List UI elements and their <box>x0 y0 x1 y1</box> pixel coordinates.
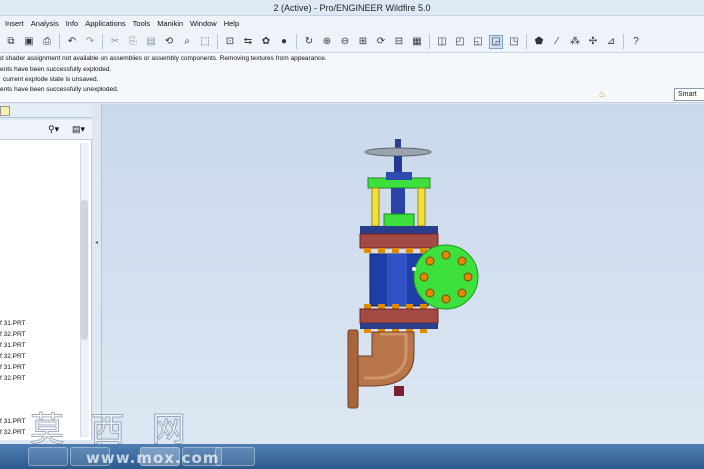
datum-axis-icon[interactable]: ∕ <box>550 35 564 49</box>
taskbar-app-button[interactable] <box>215 447 255 466</box>
menu-manikin[interactable]: Manikin <box>157 19 183 28</box>
saved-view-icon[interactable]: ⊟ <box>392 35 406 49</box>
settings-icon[interactable]: ⚲▾ <box>48 124 59 135</box>
no-hidden-icon[interactable]: ◱ <box>471 35 485 49</box>
zoom-window-icon[interactable]: ⊞ <box>356 35 370 49</box>
tree-item[interactable]: f 32.PRT <box>0 375 26 382</box>
spin-icon[interactable]: ↻ <box>302 35 316 49</box>
graphics-viewport[interactable] <box>102 104 704 444</box>
watermark-logo: 莫 西 网 <box>30 410 194 451</box>
undo-icon[interactable]: ↶ <box>65 35 79 49</box>
cut-icon[interactable]: ✂ <box>108 35 122 49</box>
tree-item[interactable]: f 32.PRT <box>0 353 26 360</box>
toolbar-separator <box>296 34 297 49</box>
menu-window[interactable]: Window <box>190 19 217 28</box>
navigator-tabs <box>0 104 100 118</box>
refit-icon[interactable]: ⊡ <box>223 35 237 49</box>
copy-icon[interactable]: ⧉ <box>4 35 18 49</box>
show-icon[interactable]: ▤▾ <box>72 124 85 135</box>
message-line: d shader assignment not available on ass… <box>0 55 327 62</box>
message-line: ents have been successfully unexploded. <box>0 86 119 93</box>
print-icon[interactable]: ⎙ <box>40 35 54 49</box>
model-tree: f 31.PRT f 32.PRT f 31.PRT f 32.PRT f 31… <box>0 140 92 440</box>
shading-icon[interactable]: ◲ <box>489 34 503 49</box>
copy-clipboard-icon[interactable]: ⎘ <box>126 35 140 49</box>
message-line: current explode state is unsaved. <box>3 76 99 83</box>
tree-item[interactable]: f 31.PRT <box>0 320 26 327</box>
menu-info[interactable]: Info <box>66 19 79 28</box>
layers-icon[interactable]: ▦ <box>410 35 424 49</box>
context-help-icon[interactable]: ? <box>629 35 643 49</box>
menu-bar: Insert Analysis Info Applications Tools … <box>0 16 704 31</box>
appearance-icon[interactable]: ✿ <box>259 35 273 49</box>
annotation-icon[interactable]: ⊿ <box>604 35 618 49</box>
tree-item[interactable]: f 32.PRT <box>0 331 26 338</box>
zoom-in-icon[interactable]: ⊕ <box>320 35 334 49</box>
reorient-icon[interactable]: ⟳ <box>374 35 388 49</box>
tree-item[interactable]: f 31.PRT <box>0 342 26 349</box>
window-title: 2 (Active) - Pro/ENGINEER Wildfire 5.0 <box>0 0 704 16</box>
menu-applications[interactable]: Applications <box>85 19 125 28</box>
coordinate-system-icon[interactable]: ✣ <box>586 35 600 49</box>
toolbar-separator <box>102 34 103 49</box>
toolbar-separator <box>59 34 60 49</box>
save-icon[interactable]: ▣ <box>22 35 36 49</box>
datum-point-icon[interactable]: ⁂ <box>568 35 582 49</box>
menu-insert[interactable]: Insert <box>5 19 24 28</box>
zoom-out-icon[interactable]: ⊖ <box>338 35 352 49</box>
tree-item[interactable]: f 32.PRT <box>0 429 26 436</box>
selection-filter[interactable]: Smart <box>674 88 704 101</box>
toolbar-separator <box>217 34 218 49</box>
redo-icon[interactable]: ↷ <box>83 35 97 49</box>
menu-analysis[interactable]: Analysis <box>31 19 59 28</box>
sphere-icon[interactable]: ● <box>277 35 291 49</box>
paste-icon[interactable]: ▤ <box>144 35 158 49</box>
find-icon[interactable]: ⌕ <box>180 35 194 49</box>
valve-assembly-model[interactable] <box>102 104 704 444</box>
toolbar-separator <box>623 34 624 49</box>
enhanced-realism-icon[interactable]: ◳ <box>507 35 521 49</box>
menu-help[interactable]: Help <box>224 19 239 28</box>
tree-scrollbar-thumb[interactable] <box>81 200 88 340</box>
main-toolbar: ⧉ ▣ ⎙ ↶ ↷ ✂ ⎘ ▤ ⟲ ⌕ ⬚ ⊡ ⇆ ✿ ● ↻ ⊕ ⊖ ⊞ ⟳ … <box>0 31 704 53</box>
select-box-icon[interactable]: ⬚ <box>198 35 212 49</box>
wireframe-icon[interactable]: ◫ <box>435 35 449 49</box>
regenerate-icon[interactable]: ⟲ <box>162 35 176 49</box>
message-line: ents have been successfully exploded. <box>0 66 112 73</box>
tree-item[interactable]: f 31.PRT <box>0 418 26 425</box>
orient-icon[interactable]: ⇆ <box>241 35 255 49</box>
toolbar-separator <box>526 34 527 49</box>
model-tree-toolbar: ⚲▾ ▤▾ <box>0 120 100 140</box>
hidden-line-icon[interactable]: ◰ <box>453 35 467 49</box>
toolbar-separator <box>429 34 430 49</box>
datum-plane-icon[interactable]: ⬟ <box>532 35 546 49</box>
panel-splitter[interactable]: ◂ <box>92 104 102 444</box>
watermark-url: www.mox.com <box>86 449 220 467</box>
menu-tools[interactable]: Tools <box>133 19 151 28</box>
folder-tab-icon[interactable] <box>0 106 10 116</box>
tree-item[interactable]: f 31.PRT <box>0 364 26 371</box>
lightbulb-icon[interactable]: ♨ <box>598 89 606 100</box>
